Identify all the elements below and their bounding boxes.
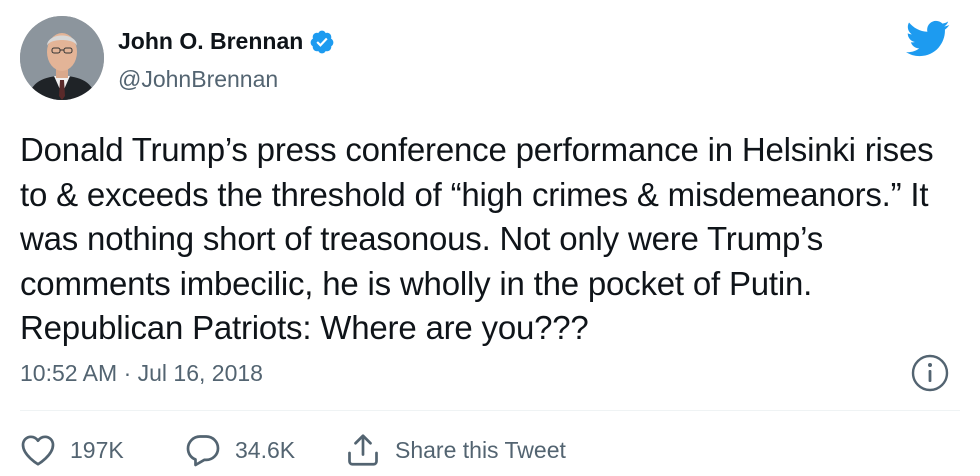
author-name-text[interactable]: John O. Brennan — [118, 28, 303, 55]
tweet-text: Donald Trump’s press conference performa… — [20, 131, 934, 346]
share-icon — [348, 434, 378, 466]
reply-count: 34.6K — [235, 436, 296, 463]
author-handle[interactable]: @JohnBrennan — [118, 66, 278, 93]
action-bar: 197K 34.6K Share this Tweet — [20, 430, 566, 470]
speech-bubble-icon — [186, 435, 220, 467]
like-button[interactable]: 197K — [20, 433, 185, 467]
share-button[interactable]: Share this Tweet — [345, 432, 566, 468]
share-label: Share this Tweet — [395, 436, 566, 463]
author-name[interactable]: John O. Brennan — [118, 28, 335, 55]
twitter-bird-icon[interactable] — [905, 20, 950, 58]
heart-icon — [21, 435, 55, 466]
like-count: 197K — [70, 436, 124, 463]
reply-button[interactable]: 34.6K — [185, 433, 345, 467]
avatar[interactable] — [20, 16, 104, 100]
verified-badge-icon — [309, 29, 335, 55]
tweet-card: John O. Brennan @JohnBrennan Donald Trum… — [0, 0, 980, 476]
info-icon[interactable] — [910, 353, 950, 393]
tweet-timestamp[interactable]: 10:52 AM · Jul 16, 2018 — [20, 360, 263, 387]
divider — [20, 410, 960, 411]
